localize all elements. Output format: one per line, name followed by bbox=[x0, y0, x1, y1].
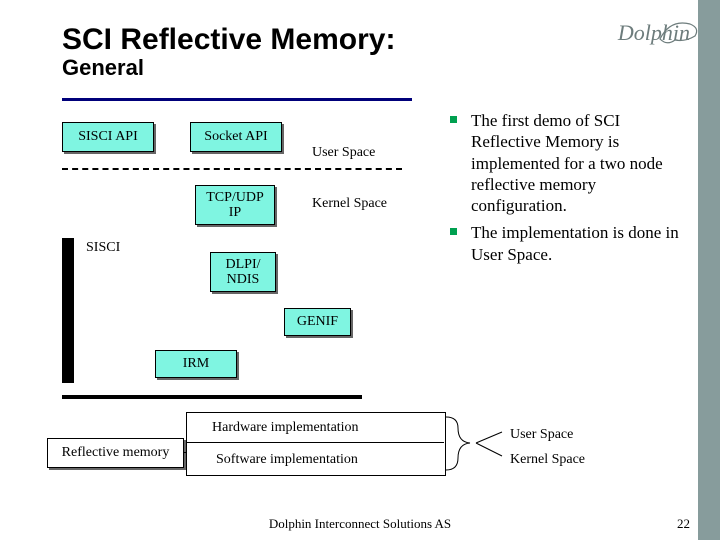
bullet-icon bbox=[450, 116, 457, 123]
label-sw-impl: Software implementation bbox=[216, 452, 358, 468]
brace-icon bbox=[444, 410, 514, 480]
right-sidebar-stripe bbox=[698, 0, 720, 540]
user-kernel-divider bbox=[62, 168, 402, 170]
bullet-item: The first demo of SCI Reflective Memory … bbox=[450, 110, 690, 216]
box-genif: GENIF bbox=[284, 308, 351, 336]
box-reflective-memory: Reflective memory bbox=[47, 438, 184, 468]
label-tcp-udp-ip: TCP/UDP IP bbox=[206, 190, 264, 221]
label-user-space-2: User Space bbox=[510, 427, 573, 443]
bullet-text: The implementation is done in User Space… bbox=[471, 222, 690, 265]
box-irm: IRM bbox=[155, 350, 237, 378]
bullet-text: The first demo of SCI Reflective Memory … bbox=[471, 110, 690, 216]
label-irm: IRM bbox=[183, 356, 209, 371]
label-user-space: User Space bbox=[312, 145, 375, 161]
slide-title: SCI Reflective Memory: General bbox=[62, 24, 395, 79]
box-socket-api: Socket API bbox=[190, 122, 282, 152]
bottom-rule bbox=[62, 395, 362, 399]
hw-sw-divider bbox=[186, 442, 444, 443]
bullet-icon bbox=[450, 228, 457, 235]
box-sisci-api: SISCI API bbox=[62, 122, 154, 152]
label-kernel-space: Kernel Space bbox=[312, 196, 387, 212]
label-reflective-memory: Reflective memory bbox=[62, 445, 170, 460]
page-number: 22 bbox=[677, 516, 690, 532]
label-genif: GENIF bbox=[297, 314, 338, 329]
box-tcp-udp-ip: TCP/UDP IP bbox=[195, 185, 275, 225]
label-socket-api: Socket API bbox=[204, 129, 267, 144]
footer-text: Dolphin Interconnect Solutions AS bbox=[0, 516, 720, 532]
connector-line bbox=[183, 452, 187, 453]
title-sub: General bbox=[62, 56, 395, 79]
bullet-list: The first demo of SCI Reflective Memory … bbox=[450, 110, 690, 271]
dolphin-logo: Dolphin bbox=[570, 20, 690, 60]
label-sisci-api: SISCI API bbox=[78, 129, 138, 144]
vertical-bar-sisci bbox=[62, 238, 74, 383]
title-underline bbox=[62, 98, 412, 101]
title-main: SCI Reflective Memory: bbox=[62, 24, 395, 56]
bullet-item: The implementation is done in User Space… bbox=[450, 222, 690, 265]
box-dlpi-ndis: DLPI/ NDIS bbox=[210, 252, 276, 292]
label-kernel-space-2: Kernel Space bbox=[510, 452, 585, 468]
label-hw-impl: Hardware implementation bbox=[212, 420, 359, 436]
label-dlpi-ndis: DLPI/ NDIS bbox=[226, 257, 261, 288]
label-sisci: SISCI bbox=[86, 240, 120, 256]
